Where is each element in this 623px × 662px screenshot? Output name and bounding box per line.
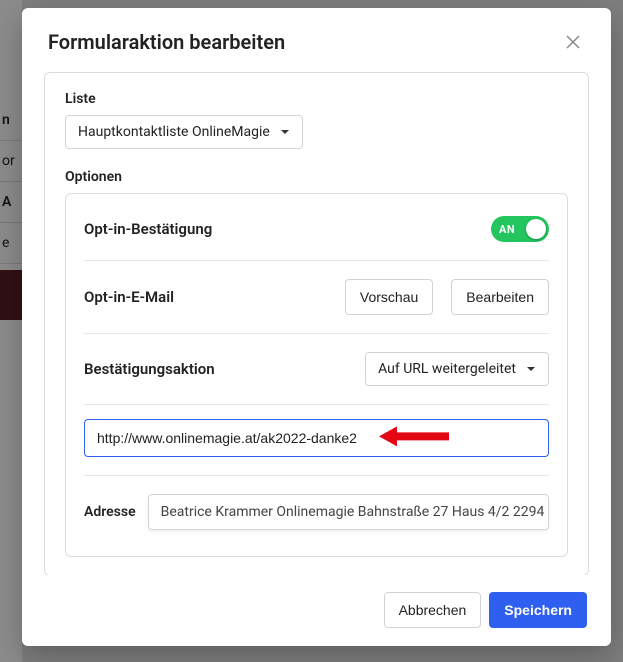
list-dropdown-value: Hauptkontaktliste OnlineMagie (78, 124, 270, 140)
redirect-url-input[interactable] (84, 419, 549, 457)
chevron-down-icon (280, 127, 290, 137)
list-label: Liste (65, 91, 568, 107)
save-button[interactable]: Speichern (489, 592, 587, 628)
optin-confirm-toggle[interactable]: AN (491, 216, 549, 242)
modal-body: Liste Hauptkontaktliste OnlineMagie Opti… (22, 64, 611, 575)
modal-footer: Abbrechen Speichern (22, 575, 611, 646)
preview-button[interactable]: Vorschau (345, 279, 433, 315)
options-label: Optionen (65, 169, 568, 185)
confirm-action-dropdown[interactable]: Auf URL weitergeleitet (365, 352, 549, 386)
toggle-knob (526, 219, 546, 239)
row-confirm-action: Bestätigungsaktion Auf URL weitergeleite… (84, 334, 549, 405)
edit-button[interactable]: Bearbeiten (451, 279, 549, 315)
list-dropdown[interactable]: Hauptkontaktliste OnlineMagie (65, 115, 303, 149)
edit-form-action-modal: Formularaktion bearbeiten Liste Hauptkon… (22, 8, 611, 646)
toggle-on-text: AN (499, 223, 515, 236)
options-panel: Opt-in-Bestätigung AN Opt-in-E-Mail Vors… (65, 193, 568, 557)
row-optin-email: Opt-in-E-Mail Vorschau Bearbeiten (84, 261, 549, 334)
modal-header: Formularaktion bearbeiten (22, 8, 611, 64)
confirm-action-label: Bestätigungsaktion (84, 360, 355, 378)
row-address: Adresse Beatrice Krammer Onlinemagie Bah… (84, 476, 549, 552)
optin-confirm-label: Opt-in-Bestätigung (84, 220, 481, 238)
row-optin-confirm: Opt-in-Bestätigung AN (84, 198, 549, 261)
address-input[interactable]: Beatrice Krammer Onlinemagie Bahnstraße … (148, 494, 549, 530)
modal-title: Formularaktion bearbeiten (48, 30, 561, 54)
optin-email-label: Opt-in-E-Mail (84, 288, 335, 306)
cancel-button[interactable]: Abbrechen (384, 592, 482, 628)
address-label: Adresse (84, 504, 136, 520)
panel-main: Liste Hauptkontaktliste OnlineMagie Opti… (44, 72, 589, 575)
confirm-action-value: Auf URL weitergeleitet (378, 361, 516, 377)
chevron-down-icon (526, 364, 536, 374)
row-url (84, 405, 549, 476)
close-button[interactable] (561, 30, 585, 54)
close-icon (564, 33, 582, 51)
